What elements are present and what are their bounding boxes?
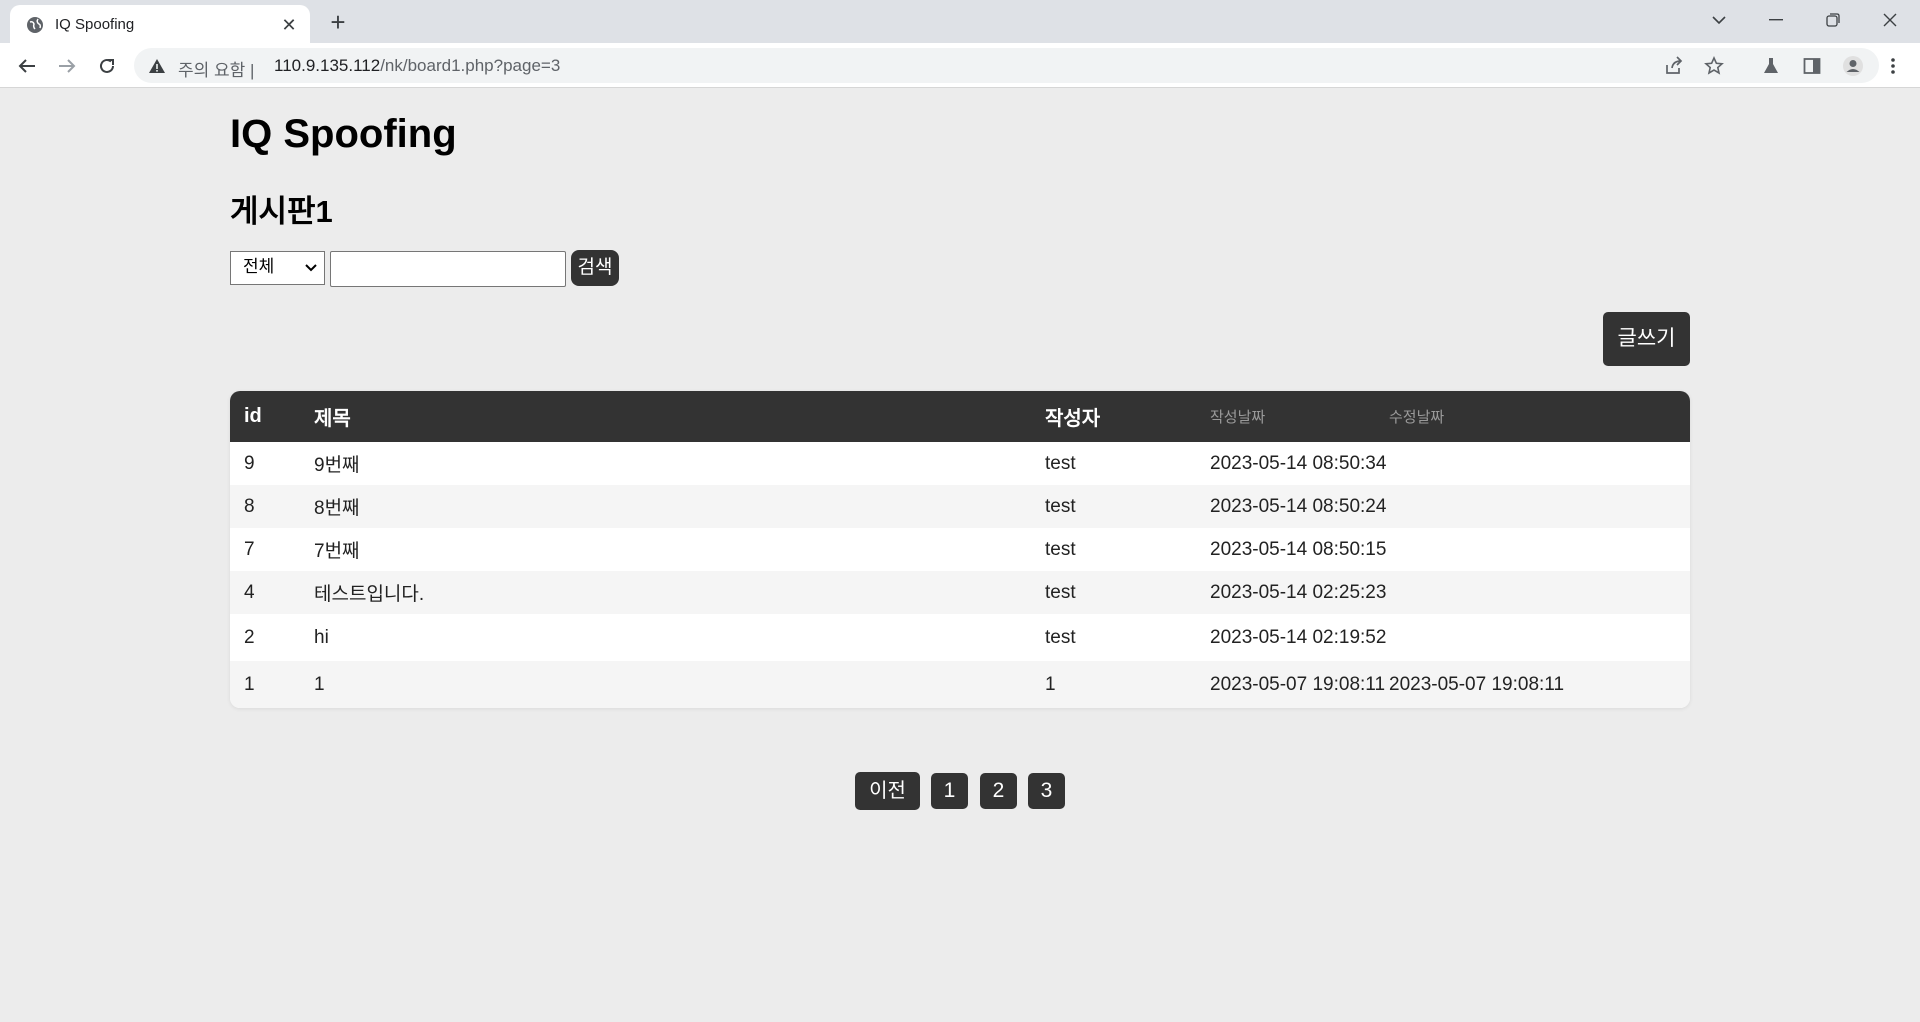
cell-title[interactable]: 7번째 [300,528,1031,571]
column-header-title: 제목 [300,391,1031,442]
column-header-created: 작성날짜 [1210,391,1389,442]
search-button[interactable]: 검색 [571,250,619,286]
column-header-author: 작성자 [1031,391,1210,442]
bookmark-star-icon[interactable] [1704,56,1724,76]
browser-tab[interactable]: IQ Spoofing ✕ [10,5,310,43]
table-row[interactable]: 4 테스트입니다. test 2023-05-14 02:25:23 [230,571,1690,614]
new-tab-icon[interactable]: + [324,8,352,36]
cell-created: 2023-05-14 02:25:23 [1210,571,1389,614]
cell-modified [1389,528,1690,571]
cell-author: test [1031,485,1210,528]
profile-avatar-icon[interactable] [1842,55,1864,77]
security-warning-label: 주의 요함 | [178,56,254,81]
share-icon[interactable] [1664,56,1684,76]
table-row[interactable]: 1 1 1 2023-05-07 19:08:11 2023-05-07 19:… [230,661,1690,708]
close-tab-icon[interactable]: ✕ [278,14,300,36]
globe-icon [26,16,44,34]
cell-modified: 2023-05-07 19:08:11 [1389,661,1690,708]
page-button-1[interactable]: 1 [931,773,968,809]
search-field-selected: 전체 [243,257,275,276]
cell-created: 2023-05-07 19:08:11 [1210,661,1389,708]
pagination: 이전 1 2 3 [230,772,1690,812]
url-separator: | [250,61,255,80]
back-arrow-icon[interactable] [10,49,44,83]
cell-title[interactable]: 9번째 [300,442,1031,485]
browser-toolbar: 주의 요함 | 110.9.135.112/nk/board1.php?page… [0,43,1920,88]
cell-id: 1 [230,661,300,708]
tab-search-chevron-icon[interactable] [1697,4,1741,36]
cell-id: 2 [230,614,300,661]
cell-title[interactable]: 8번째 [300,485,1031,528]
forward-arrow-icon[interactable] [50,49,84,83]
cell-title[interactable]: 테스트입니다. [300,571,1031,614]
labs-flask-icon[interactable] [1760,55,1782,77]
board-table: id 제목 작성자 작성날짜 수정날짜 9 9번째 test 2023-05-1… [230,391,1690,708]
browser-tab-strip: IQ Spoofing ✕ + [0,0,1920,43]
cell-modified [1389,485,1690,528]
board-title: 게시판1 [230,194,333,229]
cell-created: 2023-05-14 02:19:52 [1210,614,1389,661]
tab-title: IQ Spoofing [55,16,135,33]
cell-id: 9 [230,442,300,485]
search-field-select[interactable]: 전체 [230,251,325,285]
cell-modified [1389,614,1690,661]
cell-author: test [1031,442,1210,485]
cell-author: test [1031,571,1210,614]
cell-id: 4 [230,571,300,614]
cell-created: 2023-05-14 08:50:15 [1210,528,1389,571]
url-path: /nk/board1.php?page=3 [380,56,561,75]
side-panel-icon[interactable] [1801,55,1823,77]
cell-created: 2023-05-14 08:50:34 [1210,442,1389,485]
cell-modified [1389,442,1690,485]
close-window-icon[interactable] [1868,4,1912,36]
more-menu-icon[interactable] [1882,55,1904,77]
page-viewport: IQ Spoofing 게시판1 전체 검색 글쓰기 id 제목 작성자 작성날… [0,88,1920,1022]
cell-modified [1389,571,1690,614]
page-button-3[interactable]: 3 [1028,773,1065,809]
table-row[interactable]: 8 8번째 test 2023-05-14 08:50:24 [230,485,1690,528]
cell-author: test [1031,528,1210,571]
warning-icon[interactable] [148,57,166,75]
url-text: 110.9.135.112/nk/board1.php?page=3 [274,56,560,76]
cell-id: 8 [230,485,300,528]
minimize-icon[interactable] [1754,4,1798,36]
cell-author: test [1031,614,1210,661]
url-host: 110.9.135.112 [274,56,381,75]
search-input[interactable] [330,251,566,287]
cell-title[interactable]: 1 [300,661,1031,708]
cell-author: 1 [1031,661,1210,708]
cell-created: 2023-05-14 08:50:24 [1210,485,1389,528]
cell-title[interactable]: hi [300,614,1031,661]
prev-page-button[interactable]: 이전 [855,772,920,810]
reload-icon[interactable] [90,49,124,83]
column-header-modified: 수정날짜 [1389,391,1690,442]
column-header-id: id [230,391,300,442]
table-row[interactable]: 2 hi test 2023-05-14 02:19:52 [230,614,1690,661]
table-row[interactable]: 9 9번째 test 2023-05-14 08:50:34 [230,442,1690,485]
chevron-down-icon [304,254,318,290]
table-header-row: id 제목 작성자 작성날짜 수정날짜 [230,391,1690,442]
write-post-button[interactable]: 글쓰기 [1603,312,1690,366]
address-bar[interactable]: 주의 요함 | 110.9.135.112/nk/board1.php?page… [134,48,1879,83]
security-warning-text: 주의 요함 [178,61,246,80]
cell-id: 7 [230,528,300,571]
page-button-2[interactable]: 2 [980,773,1017,809]
table-row[interactable]: 7 7번째 test 2023-05-14 08:50:15 [230,528,1690,571]
site-title: IQ Spoofing [230,112,457,156]
restore-icon[interactable] [1811,4,1855,36]
